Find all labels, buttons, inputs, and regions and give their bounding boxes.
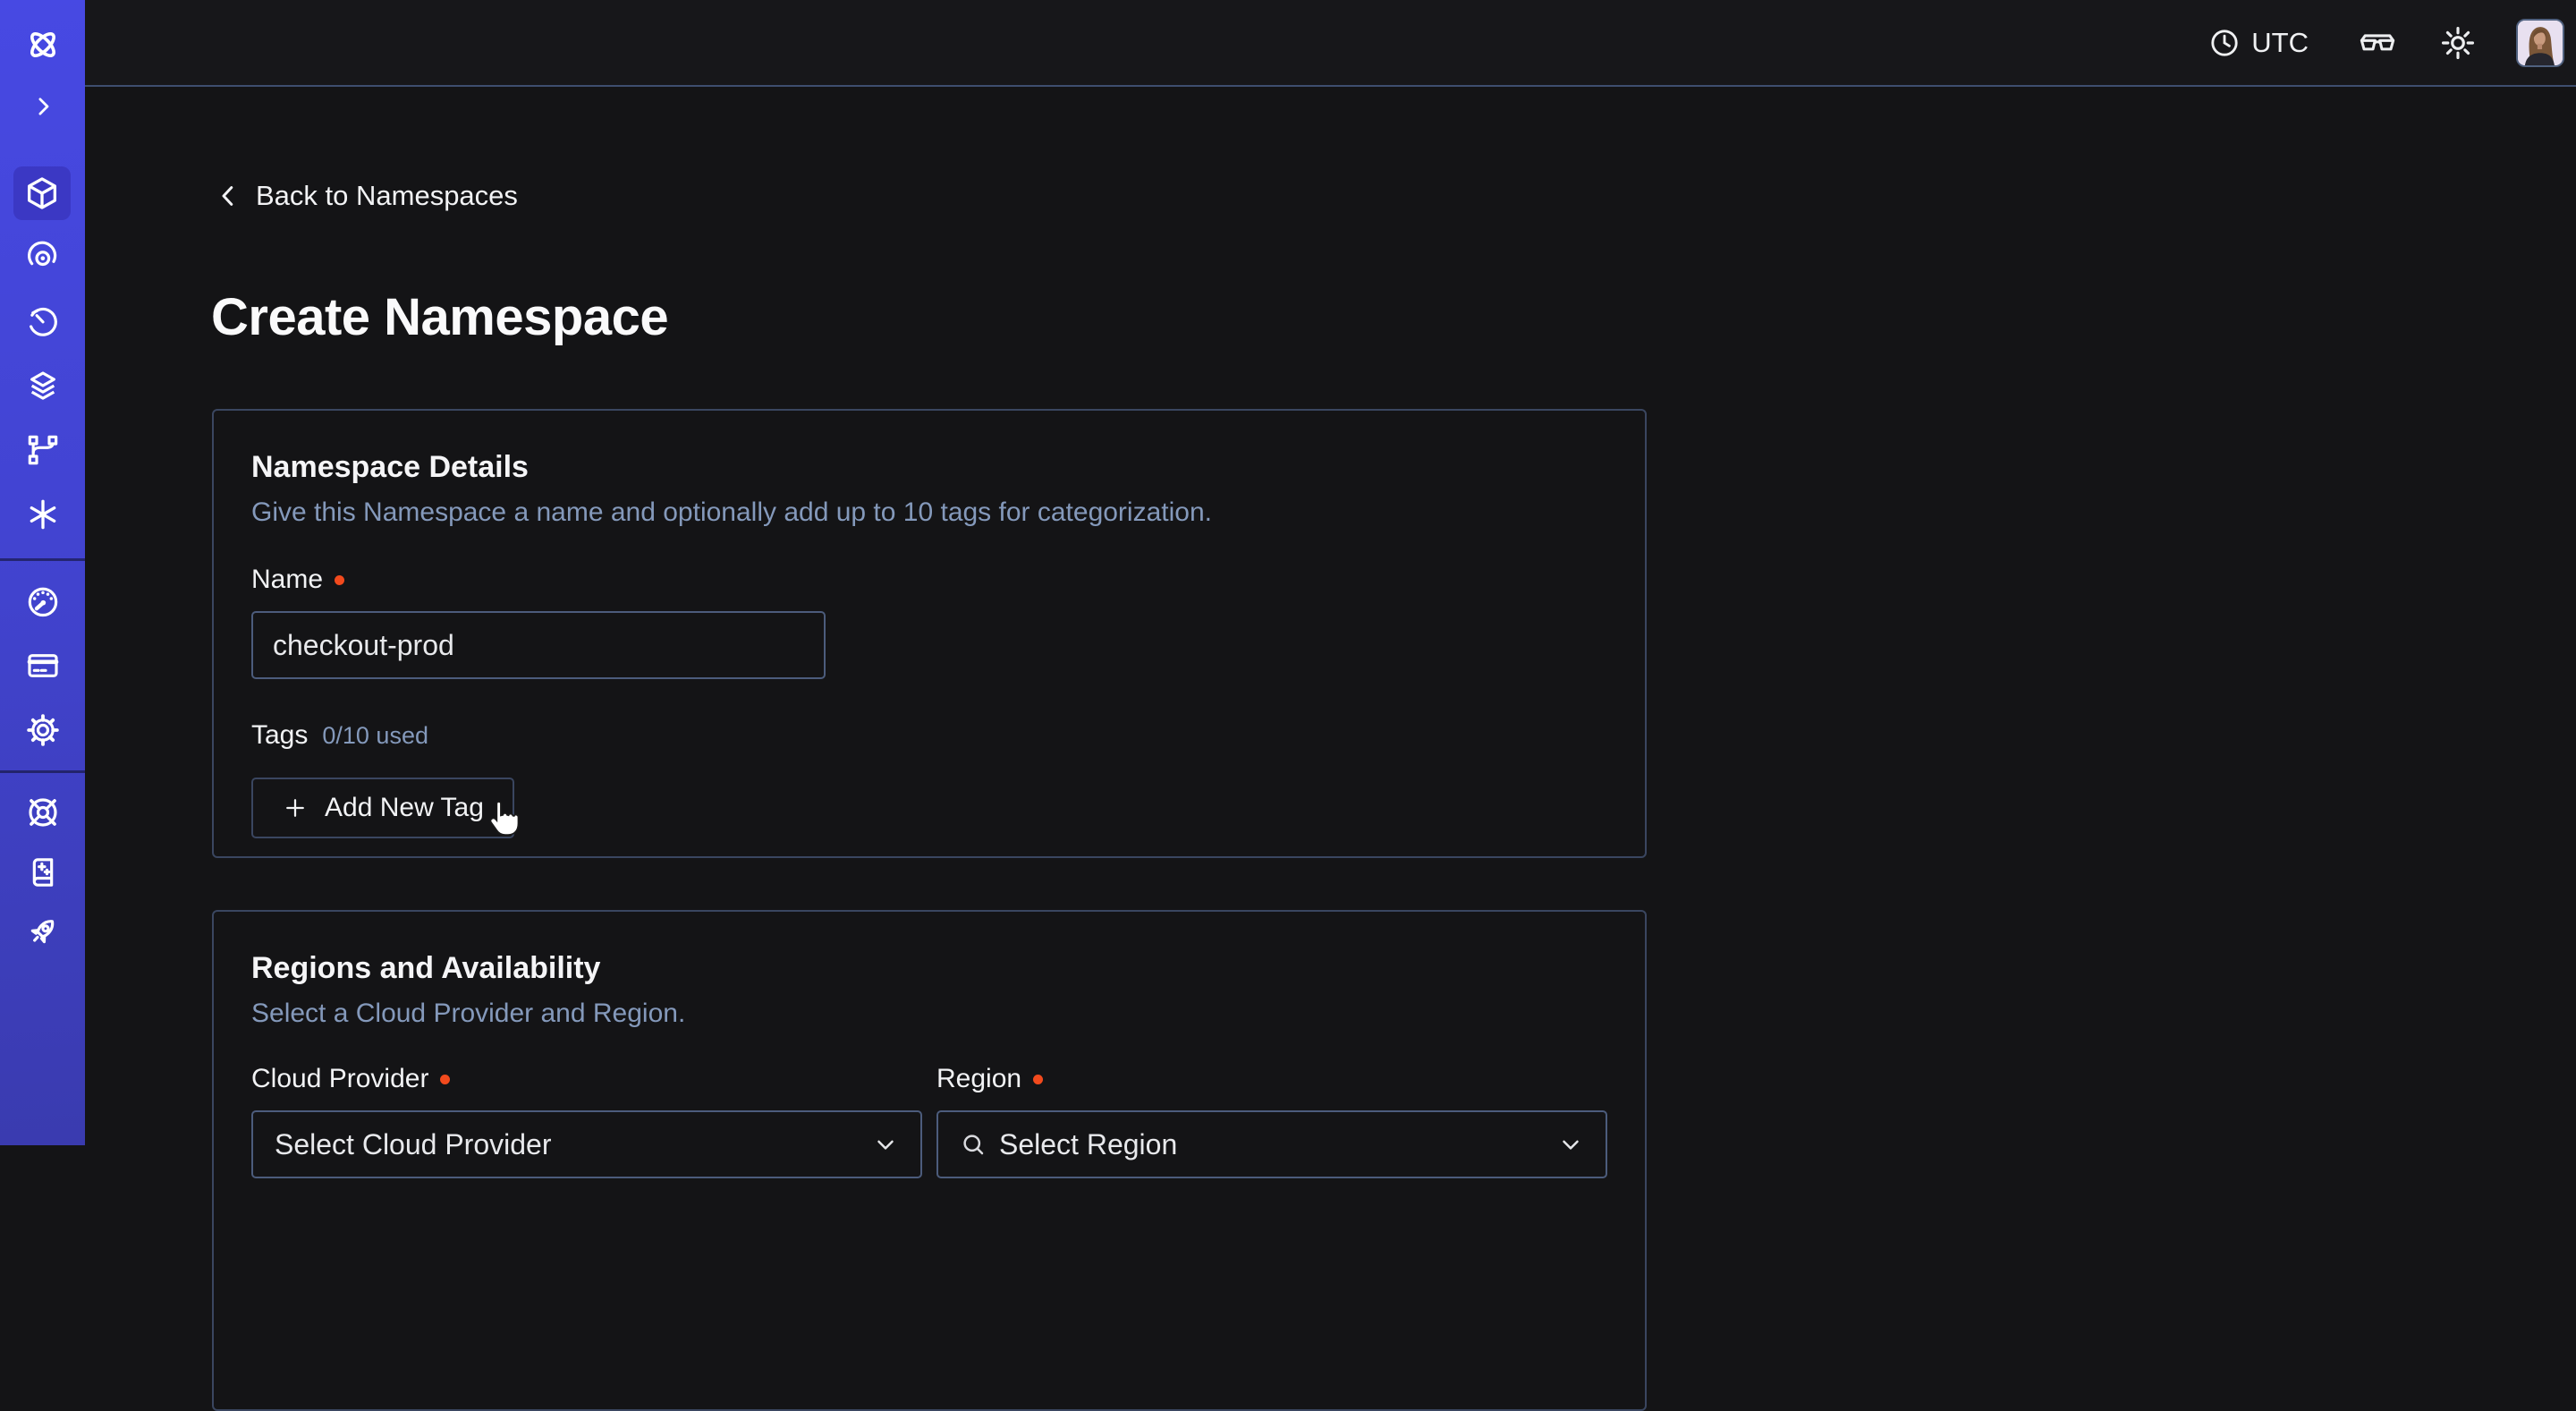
card-subtitle: Give this Namespace a name and optionall… [251,496,1607,530]
timer-clock-icon [25,303,61,339]
tags-row: Tags 0/10 used [251,720,1607,751]
gauge-icon [25,583,61,619]
sidebar-item-nexus[interactable] [0,489,85,540]
theme-toggle-button[interactable] [2439,24,2477,62]
region-select[interactable]: Select Region [936,1110,1607,1178]
sidebar-item-support[interactable] [0,787,85,837]
layers-icon [25,368,61,404]
sidebar-item-observability[interactable] [0,232,85,282]
namespace-details-card: Namespace Details Give this Namespace a … [212,409,1647,858]
sidebar-divider [0,558,85,561]
required-dot [1033,1075,1043,1084]
card-title: Namespace Details [251,448,1607,487]
user-avatar[interactable] [2516,19,2564,67]
eye-spiral-icon [25,239,61,275]
credit-card-icon [25,648,61,684]
region-label: Region [936,1064,1607,1094]
book-sparkle-icon [25,854,61,890]
region-placeholder: Select Region [999,1128,1177,1161]
chevron-left-icon [215,183,242,209]
sidebar-item-getting-started[interactable] [0,906,85,956]
sidebar-item-namespaces[interactable] [13,166,71,220]
branch-icon [25,432,61,468]
timezone-label: UTC [2251,27,2309,59]
lifebuoy-icon [25,795,61,830]
sidebar-expand-chevron-icon[interactable] [0,81,85,132]
topbar: UTC [85,0,2576,87]
cloud-provider-label: Cloud Provider [251,1064,922,1094]
cloud-provider-placeholder: Select Cloud Provider [275,1128,551,1161]
temporal-logo-icon[interactable] [0,20,85,70]
search-icon [960,1131,987,1158]
cloud-provider-select[interactable]: Select Cloud Provider [251,1110,922,1178]
sidebar [0,0,85,1145]
cube-icon [23,174,61,212]
avatar-image [2518,21,2563,65]
regions-availability-card: Regions and Availability Select a Cloud … [212,910,1647,1411]
clock-icon [2208,27,2241,59]
page-title: Create Namespace [211,287,668,347]
back-link-label: Back to Namespaces [256,180,518,212]
add-tag-label: Add New Tag [325,793,484,823]
chevron-down-icon [1557,1131,1584,1158]
provider-region-grid: Cloud Provider Select Cloud Provider Reg… [251,1064,1607,1178]
sidebar-item-billing[interactable] [0,641,85,691]
timezone-selector[interactable]: UTC [2208,27,2309,59]
plus-icon [282,795,309,821]
chevron-down-icon [872,1131,899,1158]
sidebar-item-usage[interactable] [0,576,85,626]
asterisk-icon [25,497,61,532]
sidebar-item-workflows[interactable] [0,425,85,475]
add-new-tag-button[interactable]: Add New Tag [251,778,514,838]
feedback-glasses-button[interactable] [2357,27,2398,59]
glasses-icon [2357,27,2398,59]
tags-usage-count: 0/10 used [322,722,428,750]
sidebar-item-settings[interactable] [0,705,85,755]
main-content: Back to Namespaces Create Namespace Name… [85,89,2576,1145]
cloud-provider-label-text: Cloud Provider [251,1064,428,1094]
sidebar-divider [0,770,85,773]
name-field-label: Name [251,565,1607,595]
sidebar-item-docs[interactable] [0,847,85,897]
card-subtitle: Select a Cloud Provider and Region. [251,997,1607,1031]
cloud-provider-column: Cloud Provider Select Cloud Provider [251,1064,922,1178]
namespace-name-input[interactable] [251,611,826,679]
region-label-text: Region [936,1064,1021,1094]
sidebar-item-deployments[interactable] [0,361,85,411]
name-label-text: Name [251,565,323,595]
rocket-icon [25,914,61,949]
sidebar-item-retention[interactable] [0,296,85,346]
required-dot [440,1075,450,1084]
tags-label: Tags [251,720,308,751]
required-dot [335,575,344,585]
card-title: Regions and Availability [251,949,1607,988]
sun-icon [2439,24,2477,62]
back-to-namespaces-link[interactable]: Back to Namespaces [215,180,518,212]
gear-icon [25,712,61,748]
region-column: Region Select Region [936,1064,1607,1178]
